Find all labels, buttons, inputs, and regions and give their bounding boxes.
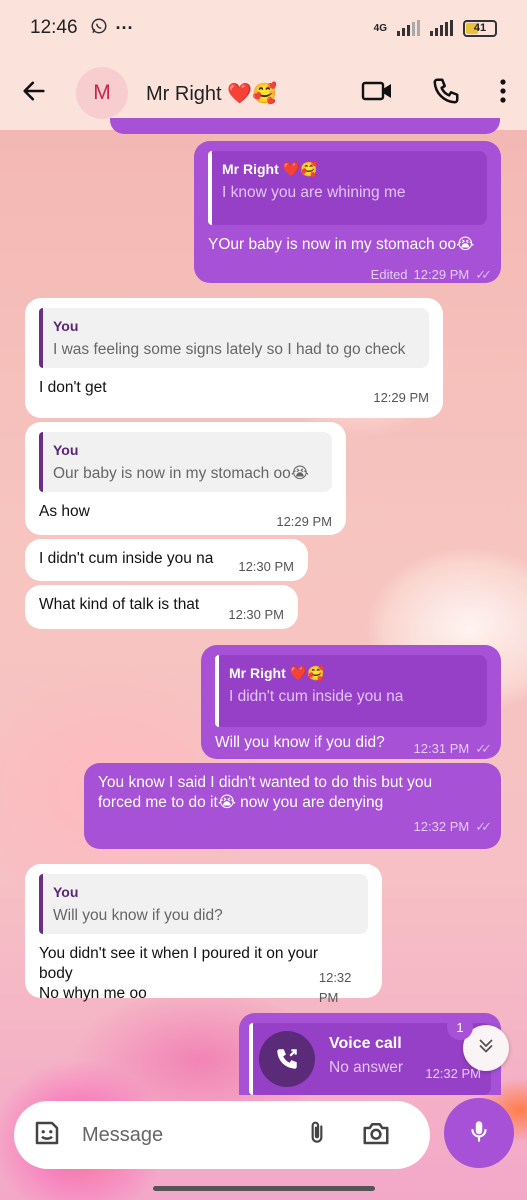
call-status: No answer [329,1059,404,1076]
video-call-icon[interactable] [361,78,393,109]
message-time: 12:32 PM [318,970,352,1005]
camera-icon[interactable] [360,1118,392,1153]
message-meta: 12:31 PM ✓✓ [413,739,492,759]
back-arrow-icon[interactable] [20,77,48,110]
reply-quote[interactable]: You Our baby is now in my stomach oo😭 [39,432,332,492]
reply-quote[interactable]: Mr Right ❤️🥰 I know you are whining me [208,151,487,225]
more-vert-icon[interactable] [499,78,507,109]
status-bar: 12:46 ··· 4G 41 [0,0,527,56]
message-outgoing[interactable]: Mr Right ❤️🥰 I didn't cum inside you na … [201,645,501,759]
message-incoming[interactable]: You Will you know if you did? You didn't… [25,864,382,1005]
mic-button[interactable] [444,1098,514,1168]
phone-icon[interactable] [431,76,461,111]
header-actions [361,76,507,111]
read-ticks-icon: ✓✓ [475,819,492,834]
message-meta: Edited 12:29 PM ✓✓ [208,265,492,285]
message-composer [14,1101,430,1169]
message-time: 12:29 PM [276,514,332,529]
previous-message-edge [110,118,500,134]
message-incoming[interactable]: You I was feeling some signs lately so I… [25,298,443,418]
reply-quote[interactable]: You I was feeling some signs lately so I… [39,308,429,368]
message-incoming[interactable]: I didn't cum inside you na 12:30 PM [25,539,308,581]
message-text: I didn't cum inside you na [39,550,214,567]
message-incoming[interactable]: What kind of talk is that 12:30 PM [25,585,298,629]
edited-label: Edited [370,267,408,282]
whatsapp-icon [90,17,108,40]
sticker-icon[interactable] [32,1118,62,1153]
battery-level: 41 [473,22,487,34]
quote-sender: Mr Right ❤️🥰 [222,161,318,177]
avatar[interactable]: M [76,67,128,119]
message-outgoing[interactable]: Mr Right ❤️🥰 I know you are whining me Y… [194,141,501,283]
signal-icon-2 [430,20,453,36]
quote-sender: You [53,442,79,458]
quote-sender: You [53,318,79,334]
read-ticks-icon: ✓✓ [475,741,492,756]
read-ticks-icon: ✓✓ [475,267,492,282]
home-indicator[interactable] [153,1186,375,1191]
reply-quote[interactable]: Mr Right ❤️🥰 I didn't cum inside you na [215,655,487,727]
message-text: I don't get [39,379,107,396]
message-text: What kind of talk is that [39,596,200,613]
mic-icon [466,1116,492,1151]
attach-icon[interactable] [304,1118,330,1153]
message-meta: 12:32 PM ✓✓ [98,817,492,837]
signal-icon [397,20,420,36]
message-time: 12:29 PM [413,267,470,282]
network-type: 4G [373,22,387,34]
quote-text: I was feeling some signs lately so I had… [53,341,406,358]
more-notifications: ··· [115,17,134,38]
message-time: 12:31 PM [413,741,470,756]
message-text: You know I said I didn't wanted to do th… [98,774,433,811]
quote-text: Will you know if you did? [53,907,223,924]
message-time: 12:30 PM [228,607,284,622]
battery-icon: 41 [463,19,497,37]
quote-text: Our baby is now in my stomach oo😭 [53,465,309,482]
status-right: 4G 41 [373,19,497,37]
quote-sender: You [53,884,79,900]
reply-quote[interactable]: You Will you know if you did? [39,874,368,934]
quote-text: I know you are whining me [222,184,406,201]
status-time: 12:46 [30,17,78,38]
quote-sender: Mr Right ❤️🥰 [229,665,325,681]
message-time: 12:30 PM [238,559,294,574]
contact-name[interactable]: Mr Right ❤️🥰 [146,81,277,106]
double-chevron-down-icon [475,1035,497,1062]
message-text: As how [39,503,90,520]
message-input[interactable] [82,1123,292,1147]
message-outgoing[interactable]: You know I said I didn't wanted to do th… [84,763,501,849]
unread-badge: 1 [447,1014,473,1040]
status-notifications: ··· [90,17,134,40]
message-text: You didn't see it when I poured it on yo… [39,945,318,1002]
quote-text: I didn't cum inside you na [229,688,404,705]
message-incoming[interactable]: You Our baby is now in my stomach oo😭 As… [25,422,346,535]
message-text: YOur baby is now in my stomach oo😭 [208,236,475,253]
message-text: Will you know if you did? [215,734,385,751]
message-time: 12:32 PM [413,819,470,834]
missed-call-icon [259,1031,315,1087]
message-time: 12:29 PM [373,390,429,405]
